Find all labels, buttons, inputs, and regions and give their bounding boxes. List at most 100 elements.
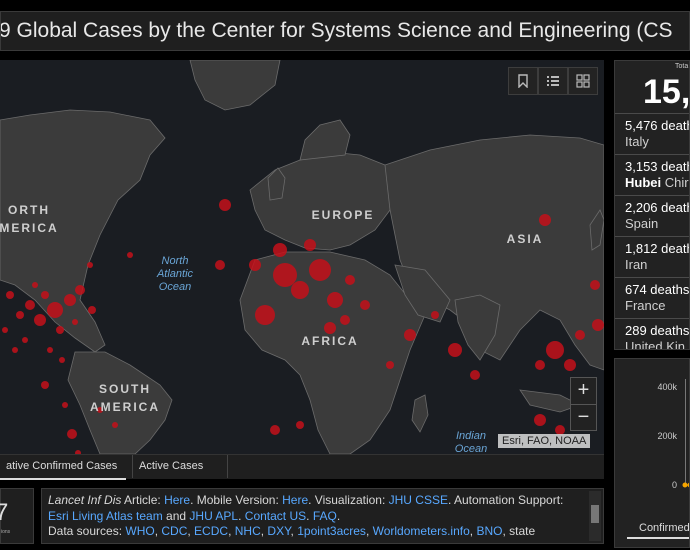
deaths-location: Spain: [625, 216, 659, 231]
y-tick-label: 200k: [657, 431, 677, 441]
deaths-count: 5,476 death: [625, 118, 690, 133]
jhu-apl-link[interactable]: JHU APL: [189, 509, 238, 523]
total-number: 15,: [643, 73, 690, 111]
basemap-gallery-button[interactable]: [568, 67, 598, 95]
chart-y-axis: [685, 379, 686, 485]
landmass-greenland: [189, 60, 281, 111]
case-bubble: [87, 262, 93, 268]
case-bubble: [255, 305, 275, 325]
bookmark-icon: [518, 74, 528, 89]
case-bubble: [249, 259, 261, 271]
source-link-dxy[interactable]: DXY: [267, 524, 290, 538]
case-bubble: [25, 300, 35, 310]
article-link[interactable]: Here: [164, 493, 190, 507]
case-bubble: [386, 361, 394, 369]
tab-active-cases[interactable]: Active Cases: [132, 455, 228, 478]
legend-button[interactable]: [538, 67, 568, 95]
case-bubble: [72, 319, 78, 325]
jhu-csse-link[interactable]: JHU CSSE: [389, 493, 448, 507]
case-bubble: [2, 327, 8, 333]
case-bubble: [64, 294, 76, 306]
deaths-location: Italy: [625, 134, 649, 149]
deaths-entry[interactable]: 674 deaths France: [615, 277, 690, 315]
case-bubble: [75, 285, 85, 295]
y-tick-label: 0: [671, 480, 677, 490]
landmass-europe: [249, 151, 401, 251]
landmass-africa: [239, 251, 426, 454]
case-bubble: [41, 381, 49, 389]
map-tabs: ative Confirmed Cases Active Cases: [0, 454, 604, 480]
deaths-count: 2,206 death: [625, 200, 690, 215]
case-bubble: [56, 326, 64, 334]
confirmed-chart-panel: 400k 200k 0 Confirmed: [614, 358, 690, 548]
source-link-nhc[interactable]: NHC: [235, 524, 261, 538]
source-link-cdc[interactable]: CDC: [161, 524, 187, 538]
y-tick-label: 400k: [657, 382, 677, 392]
tab-confirmed-chart[interactable]: Confirmed: [627, 519, 689, 539]
case-bubble: [34, 314, 46, 326]
deaths-count: 674 deaths: [625, 282, 690, 297]
case-bubble: [404, 329, 416, 341]
deaths-entry[interactable]: 289 deaths United Kin: [615, 318, 690, 349]
scrollbar-thumb[interactable]: [591, 505, 599, 523]
map-label-north-atlantic: North Atlantic Ocean: [156, 255, 194, 293]
dashboard-title: 9 Global Cases by the Center for Systems…: [0, 19, 673, 42]
sources-tail: , state: [502, 524, 536, 538]
chart-data-points: [682, 482, 689, 488]
map-label-africa: AFRICA: [301, 334, 359, 348]
map-attribution: Esri, FAO, NOAA: [498, 434, 591, 448]
case-bubble: [127, 252, 133, 258]
source-link-ecdc[interactable]: ECDC: [194, 524, 228, 538]
case-bubble: [327, 292, 343, 308]
tab-cumulative-confirmed[interactable]: ative Confirmed Cases: [0, 455, 126, 480]
total-label: Tota: [675, 63, 689, 70]
source-link-who[interactable]: WHO: [125, 524, 154, 538]
dashboard-header: 9 Global Cases by the Center for Systems…: [0, 11, 690, 51]
source-link-worldometers[interactable]: Worldometers.info: [373, 524, 470, 538]
deaths-entry[interactable]: 1,812 death Iran: [615, 236, 689, 274]
case-bubble: [535, 360, 545, 370]
deaths-entry[interactable]: 3,153 death Hubei Chir: [615, 154, 689, 192]
case-bubble: [41, 291, 49, 299]
case-bubble: [470, 370, 480, 380]
source-link-1point3acres[interactable]: 1point3acres: [297, 524, 366, 538]
journal-name: Lancet Inf Dis: [48, 493, 122, 507]
case-bubble: [539, 214, 551, 226]
case-bubble: [304, 239, 316, 251]
case-bubble: [32, 282, 38, 288]
last-updated-caption: ions: [1, 529, 11, 535]
case-bubble: [47, 302, 63, 318]
case-bubble: [219, 199, 231, 211]
case-bubble: [564, 359, 576, 371]
case-bubble: [88, 306, 96, 314]
separator: .: [336, 508, 341, 523]
map-label-south-america: SOUTH AMERICA: [90, 382, 160, 414]
faq-link[interactable]: FAQ: [313, 509, 337, 523]
deaths-count: 289 deaths: [625, 323, 690, 338]
bookmark-button[interactable]: [508, 67, 538, 95]
contact-us-link[interactable]: Contact US: [245, 509, 306, 523]
last-updated-card: 7 ions: [0, 488, 34, 544]
case-bubble: [448, 343, 462, 357]
zoom-out-button[interactable]: −: [571, 405, 596, 431]
deaths-location: France: [625, 298, 666, 313]
mobile-version-link[interactable]: Here: [282, 493, 308, 507]
deaths-entry[interactable]: 2,206 death Spain: [615, 195, 690, 233]
map-label-indian-ocean: Indian Ocean: [454, 430, 488, 454]
data-sources-label: Data sources:: [48, 524, 126, 538]
case-bubble: [546, 341, 564, 359]
case-bubble: [291, 281, 309, 299]
info-panel: Lancet Inf Dis Article: Here. Mobile Ver…: [41, 488, 604, 544]
zoom-control: + −: [570, 377, 597, 431]
info-scrollbar[interactable]: [589, 491, 601, 541]
zoom-in-button[interactable]: +: [571, 378, 596, 404]
case-bubble: [12, 347, 18, 353]
world-map[interactable]: ORTH MERICA EUROPE ASIA AFRICA SOUTH AME…: [0, 60, 604, 454]
visualization-label: . Visualization:: [308, 493, 389, 507]
case-bubble: [6, 291, 14, 299]
esri-living-atlas-link[interactable]: Esri Living Atlas team: [48, 509, 163, 523]
deaths-entry[interactable]: 5,476 death Italy: [615, 113, 690, 151]
case-bubble: [273, 263, 297, 287]
case-bubble: [296, 421, 304, 429]
source-link-bno[interactable]: BNO: [476, 524, 502, 538]
